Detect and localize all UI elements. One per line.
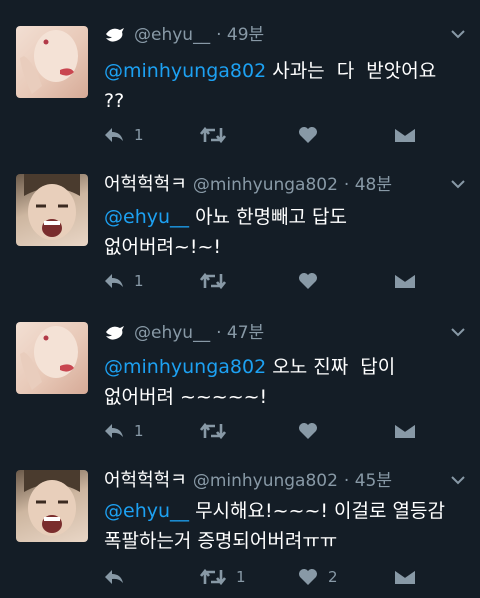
envelope-icon xyxy=(394,569,416,584)
retweet-icon xyxy=(200,126,226,144)
direct-message-button[interactable] xyxy=(394,564,416,590)
reply-button[interactable]: 1 xyxy=(104,122,144,148)
like-button[interactable] xyxy=(298,418,328,444)
envelope-icon xyxy=(394,273,416,288)
girl-avatar-icon xyxy=(20,326,78,390)
retweet-button[interactable] xyxy=(200,268,236,294)
timestamp[interactable]: · 48분 xyxy=(344,175,392,195)
direct-message-button[interactable] xyxy=(394,418,416,444)
mention-link[interactable]: @ehyu__ xyxy=(104,500,189,522)
envelope-icon xyxy=(394,127,416,142)
tweet-header: 어헉헉헉ㅋ @minhyunga802 · 48분 xyxy=(104,172,392,198)
handle[interactable]: @ehyu__ xyxy=(134,25,210,45)
tweet[interactable]: @ehyu__ · 49분 @minhyunga802 사과는 다 받앗어요 ??… xyxy=(0,22,480,162)
tweet-header: 어헉헉헉ㅋ @minhyunga802 · 45분 xyxy=(104,468,392,494)
like-count: 2 xyxy=(328,568,338,586)
retweet-icon xyxy=(200,422,226,440)
tweet[interactable]: 어헉헉헉ㅋ @minhyunga802 · 45분 @ehyu__ 무시해요!~~~… xyxy=(0,468,480,596)
bird-icon xyxy=(106,28,124,42)
avatar[interactable] xyxy=(16,26,88,98)
handle[interactable]: @minhyunga802 xyxy=(193,471,338,491)
chevron-down-icon[interactable] xyxy=(450,326,466,338)
retweet-button[interactable] xyxy=(200,418,236,444)
like-button[interactable]: 2 xyxy=(298,564,338,590)
heart-icon xyxy=(299,423,317,439)
tweet-text: @ehyu__ 아뇨 한명빼고 답도 없어버려~!~! xyxy=(104,202,456,262)
mention-link[interactable]: @minhyunga802 xyxy=(104,356,266,378)
girl-avatar-icon xyxy=(20,30,78,94)
heart-icon xyxy=(299,273,317,289)
tweet-header: @ehyu__ · 49분 xyxy=(104,22,264,48)
like-button[interactable] xyxy=(298,268,328,294)
reply-icon xyxy=(105,274,123,288)
tweet-header: @ehyu__ · 47분 xyxy=(104,320,264,346)
handle[interactable]: @ehyu__ xyxy=(134,323,210,343)
envelope-icon xyxy=(394,423,416,438)
avatar[interactable] xyxy=(16,470,88,542)
chevron-down-icon[interactable] xyxy=(450,178,466,190)
tweet-text: @ehyu__ 무시해요!~~~! 이걸로 열등감 폭팔하는거 증명되어버려ㅠㅠ xyxy=(104,496,456,556)
tweet-text: @minhyunga802 사과는 다 받앗어요 ?? xyxy=(104,56,456,116)
retweet-icon xyxy=(200,272,226,290)
reply-button[interactable]: 1 xyxy=(104,418,144,444)
boy-avatar-icon xyxy=(24,174,80,240)
reply-count: 1 xyxy=(134,422,144,440)
avatar[interactable] xyxy=(16,174,88,246)
boy-avatar-icon xyxy=(24,470,80,536)
mention-link[interactable]: @minhyunga802 xyxy=(104,60,266,82)
retweet-count: 1 xyxy=(236,568,246,586)
display-name[interactable]: 어헉헉헉ㅋ xyxy=(104,174,187,195)
retweet-button[interactable]: 1 xyxy=(200,564,246,590)
tweet-text: @minhyunga802 오노 진짜 답이 없어버려 ~~~~~! xyxy=(104,352,456,412)
timestamp[interactable]: · 47분 xyxy=(216,323,264,343)
bird-icon xyxy=(106,326,124,340)
retweet-icon xyxy=(200,568,226,586)
tweet[interactable]: @ehyu__ · 47분 @minhyunga802 오노 진짜 답이 없어버려… xyxy=(0,320,480,460)
reply-button[interactable] xyxy=(104,564,134,590)
reply-count: 1 xyxy=(134,272,144,290)
avatar[interactable] xyxy=(16,322,88,394)
timestamp[interactable]: · 49분 xyxy=(216,25,264,45)
handle[interactable]: @minhyunga802 xyxy=(193,175,338,195)
reply-icon xyxy=(105,128,123,142)
chevron-down-icon[interactable] xyxy=(450,28,466,40)
tweet[interactable]: 어헉헉헉ㅋ @minhyunga802 · 48분 @ehyu__ 아뇨 한명빼고 … xyxy=(0,172,480,312)
direct-message-button[interactable] xyxy=(394,122,416,148)
reply-count: 1 xyxy=(134,126,144,144)
reply-icon xyxy=(105,570,123,584)
like-button[interactable] xyxy=(298,122,328,148)
heart-icon xyxy=(299,569,317,585)
mention-link[interactable]: @ehyu__ xyxy=(104,206,189,228)
display-name[interactable]: 어헉헉헉ㅋ xyxy=(104,470,187,491)
timestamp[interactable]: · 45분 xyxy=(344,471,392,491)
chevron-down-icon[interactable] xyxy=(450,474,466,486)
reply-button[interactable]: 1 xyxy=(104,268,144,294)
heart-icon xyxy=(299,127,317,143)
retweet-button[interactable] xyxy=(200,122,236,148)
direct-message-button[interactable] xyxy=(394,268,416,294)
reply-icon xyxy=(105,424,123,438)
